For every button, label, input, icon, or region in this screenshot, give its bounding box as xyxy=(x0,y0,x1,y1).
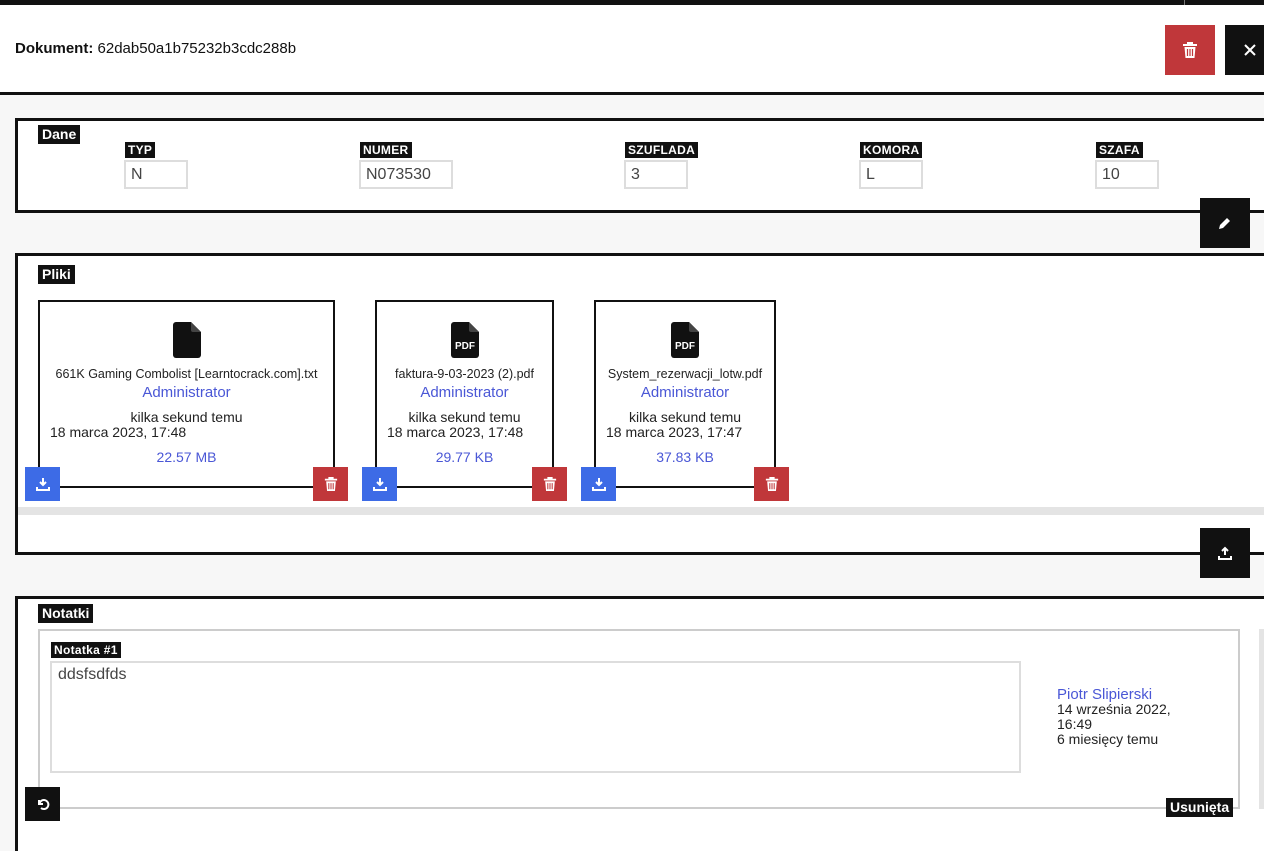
note-status-badge: Usunięta xyxy=(1166,798,1234,817)
pliki-panel-title: Pliki xyxy=(38,265,75,284)
document-title: Dokument: 62dab50a1b75232b3cdc288b xyxy=(15,40,296,57)
delete-file-button[interactable] xyxy=(313,467,348,501)
delete-file-button[interactable] xyxy=(532,467,567,501)
undo-icon xyxy=(37,799,49,811)
file-relative-time: kilka sekund temu xyxy=(408,409,521,425)
download-icon xyxy=(372,478,387,491)
download-button[interactable] xyxy=(581,467,616,501)
note-author[interactable]: Piotr Slipierski xyxy=(1057,687,1171,702)
note-label: Notatka #1 xyxy=(51,642,121,658)
file-uploader[interactable]: Administrator xyxy=(377,384,552,401)
dane-panel-title: Dane xyxy=(38,125,81,144)
file-card: PDF faktura-9-03-2023 (2).pdf Administra… xyxy=(375,300,554,488)
field-input-komora[interactable]: L xyxy=(859,160,923,189)
notes-scrollbar[interactable] xyxy=(1259,629,1264,809)
file-date: 18 marca 2023, 17:48 xyxy=(387,424,524,440)
note-date-line2: 16:49 xyxy=(1057,716,1093,732)
trash-icon xyxy=(324,477,337,491)
edit-button[interactable] xyxy=(1200,198,1250,248)
file-date: 18 marca 2023, 17:48 xyxy=(50,424,187,440)
notatki-panel-title: Notatki xyxy=(38,604,94,623)
pdf-icon: PDF xyxy=(671,322,699,361)
pencil-icon xyxy=(1219,218,1230,229)
svg-text:PDF: PDF xyxy=(675,341,695,352)
upload-button[interactable] xyxy=(1200,528,1250,578)
file-relative-time: kilka sekund temu xyxy=(628,409,742,425)
svg-text:PDF: PDF xyxy=(455,341,475,352)
file-card: PDF System_rezerwacji_lotw.pdf Administr… xyxy=(594,300,776,488)
document-header: Dokument: 62dab50a1b75232b3cdc288b xyxy=(0,5,1264,95)
field-label-typ: TYP xyxy=(125,142,156,158)
restore-note-button[interactable] xyxy=(25,787,60,821)
download-button[interactable] xyxy=(362,467,397,501)
field-input-typ[interactable]: N xyxy=(124,160,188,189)
note-relative-time: 6 miesięcy temu xyxy=(1057,731,1159,747)
note-textarea[interactable]: ddsfsdfds xyxy=(50,661,1021,773)
note-meta: Piotr Slipierski 14 września 2022, 16:49… xyxy=(1057,687,1171,747)
file-icon xyxy=(172,322,201,361)
file-card: 661K Gaming Combolist [Learntocrack.com]… xyxy=(38,300,335,488)
close-button[interactable] xyxy=(1225,25,1264,75)
file-uploader[interactable]: Administrator xyxy=(40,384,333,401)
files-scrollbar[interactable] xyxy=(18,507,1264,515)
trash-icon xyxy=(1183,42,1197,58)
file-relative-time: kilka sekund temu xyxy=(130,409,243,425)
field-label-numer: NUMER xyxy=(360,142,412,158)
file-name: System_rezerwacji_lotw.pdf xyxy=(607,367,763,381)
file-size: 37.83 KB xyxy=(656,449,714,465)
file-size: 22.57 MB xyxy=(156,449,217,465)
download-button[interactable] xyxy=(25,467,60,501)
download-icon xyxy=(591,478,606,491)
trash-icon xyxy=(765,477,778,491)
delete-document-button[interactable] xyxy=(1165,25,1215,75)
delete-file-button[interactable] xyxy=(754,467,789,501)
upload-icon xyxy=(1218,546,1232,560)
trash-icon xyxy=(543,477,556,491)
field-label-szafa: SZAFA xyxy=(1096,142,1143,158)
document-id: 62dab50a1b75232b3cdc288b xyxy=(97,40,297,57)
file-name: 661K Gaming Combolist [Learntocrack.com]… xyxy=(55,367,318,381)
field-label-komora: KOMORA xyxy=(860,142,923,158)
pdf-icon: PDF xyxy=(450,322,479,361)
file-name: faktura-9-03-2023 (2).pdf xyxy=(395,367,534,381)
document-label: Dokument: xyxy=(15,40,94,57)
file-size: 29.77 KB xyxy=(435,449,494,465)
download-icon xyxy=(35,478,50,491)
field-input-szuflada[interactable]: 3 xyxy=(624,160,688,189)
field-input-szafa[interactable]: 10 xyxy=(1095,160,1159,189)
close-icon xyxy=(1244,44,1256,56)
field-input-numer[interactable]: N073530 xyxy=(359,160,453,189)
field-label-szuflada: SZUFLADA xyxy=(625,142,699,158)
note-date-line1: 14 września 2022, xyxy=(1057,701,1171,717)
file-uploader[interactable]: Administrator xyxy=(596,384,774,401)
file-date: 18 marca 2023, 17:47 xyxy=(606,424,743,440)
